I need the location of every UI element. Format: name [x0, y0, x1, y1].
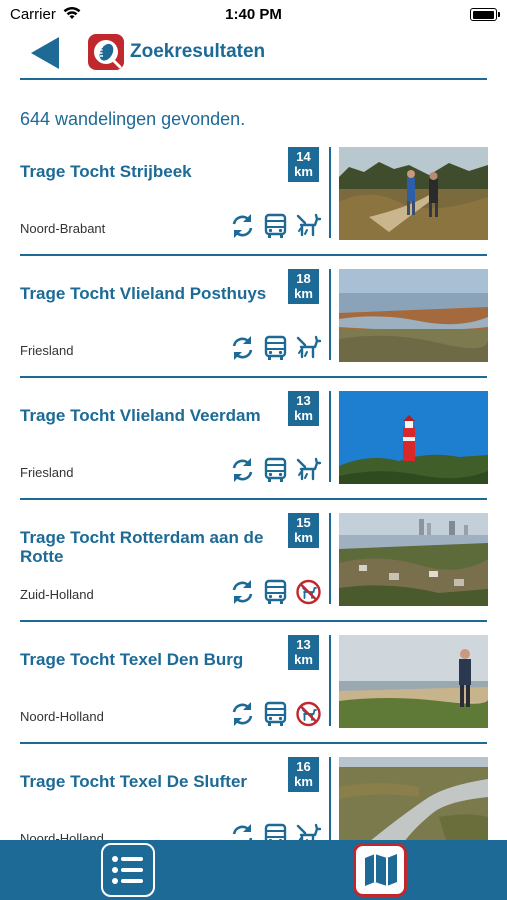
distance-value: 13	[296, 637, 311, 652]
distance-value: 15	[296, 515, 311, 530]
result-title: Trage Tocht Texel De Slufter	[20, 772, 248, 791]
result-item[interactable]: Trage Tocht Vlieland Veerdam Friesland 1…	[20, 384, 488, 500]
divider	[329, 391, 331, 482]
nav-header: Zoekresultaten	[20, 30, 487, 80]
result-photo	[339, 269, 488, 362]
distance-badge: 18 km	[288, 269, 319, 304]
distance-badge: 13 km	[288, 635, 319, 670]
result-region: Friesland	[20, 465, 74, 480]
result-title: Trage Tocht Strijbeek	[20, 162, 192, 181]
battery-icon	[470, 8, 500, 21]
distance-value: 14	[296, 149, 311, 164]
result-item[interactable]: Trage Tocht Texel Den Burg Noord-Holland…	[20, 628, 488, 744]
result-region: Zuid-Holland	[20, 587, 94, 602]
bus-icon	[262, 335, 289, 361]
bus-icon	[262, 579, 289, 605]
distance-value: 16	[296, 759, 311, 774]
list-view-button[interactable]	[101, 843, 155, 897]
divider	[329, 513, 331, 604]
map-view-button[interactable]	[353, 843, 407, 897]
bus-icon	[262, 823, 289, 840]
result-feature-icons	[229, 823, 322, 840]
distance-unit: km	[294, 286, 313, 301]
distance-unit: km	[294, 774, 313, 789]
result-feature-icons	[229, 457, 322, 483]
result-feature-icons	[229, 579, 322, 605]
distance-badge: 14 km	[288, 147, 319, 182]
result-feature-icons	[229, 213, 322, 239]
distance-badge: 16 km	[288, 757, 319, 792]
result-region: Friesland	[20, 343, 74, 358]
result-photo	[339, 513, 488, 606]
results-count: 644 wandelingen gevonden.	[20, 109, 246, 129]
no-dogs-icon	[295, 579, 322, 605]
result-title: Trage Tocht Texel Den Burg	[20, 650, 244, 669]
dog-allowed-icon	[295, 335, 322, 361]
bus-icon	[262, 701, 289, 727]
bottom-tab-bar	[0, 840, 507, 900]
result-title: Trage Tocht Vlieland Veerdam	[20, 406, 261, 425]
divider	[329, 757, 331, 840]
list-icon	[112, 855, 144, 890]
page-title: Zoekresultaten	[130, 41, 266, 62]
result-feature-icons	[229, 335, 322, 361]
dog-allowed-icon	[295, 823, 322, 840]
loop-icon	[229, 457, 256, 483]
distance-unit: km	[294, 408, 313, 423]
dog-allowed-icon	[295, 213, 322, 239]
result-item[interactable]: Trage Tocht Vlieland Posthuys Friesland …	[20, 262, 488, 378]
loop-icon	[229, 579, 256, 605]
divider	[329, 269, 331, 360]
loop-icon	[229, 335, 256, 361]
no-dogs-icon	[295, 701, 322, 727]
result-item[interactable]: Trage Tocht Strijbeek Noord-Brabant 14 km	[20, 140, 488, 256]
status-time: 1:40 PM	[225, 6, 282, 23]
result-title: Trage Tocht Rotterdam aan de Rotte	[20, 528, 264, 566]
distance-unit: km	[294, 164, 313, 179]
divider	[329, 147, 331, 238]
results-list[interactable]: Trage Tocht Strijbeek Noord-Brabant 14 km…	[0, 140, 507, 840]
distance-badge: 13 km	[288, 391, 319, 426]
distance-value: 13	[296, 393, 311, 408]
loop-icon	[229, 213, 256, 239]
divider	[329, 635, 331, 726]
bus-icon	[262, 213, 289, 239]
result-region: Noord-Holland	[20, 709, 104, 724]
result-photo	[339, 635, 488, 728]
loop-icon	[229, 701, 256, 727]
result-photo	[339, 147, 488, 240]
dog-allowed-icon	[295, 457, 322, 483]
bus-icon	[262, 457, 289, 483]
loop-icon	[229, 823, 256, 840]
distance-unit: km	[294, 652, 313, 667]
status-bar: Carrier 1:40 PM	[0, 0, 507, 30]
result-item[interactable]: Trage Tocht Rotterdam aan de Rotte Zuid-…	[20, 506, 488, 622]
distance-badge: 15 km	[288, 513, 319, 548]
distance-unit: km	[294, 530, 313, 545]
distance-value: 18	[296, 271, 311, 286]
walking-shoe-logo-icon	[88, 34, 124, 70]
result-region: Noord-Holland	[20, 831, 104, 840]
result-region: Noord-Brabant	[20, 221, 106, 236]
result-photo	[339, 391, 488, 484]
result-feature-icons	[229, 701, 322, 727]
result-title: Trage Tocht Vlieland Posthuys	[20, 284, 267, 303]
result-photo	[339, 757, 488, 840]
result-item[interactable]: Trage Tocht Texel De Slufter Noord-Holla…	[20, 750, 488, 840]
map-icon	[363, 852, 399, 893]
back-arrow-icon[interactable]	[28, 36, 62, 70]
